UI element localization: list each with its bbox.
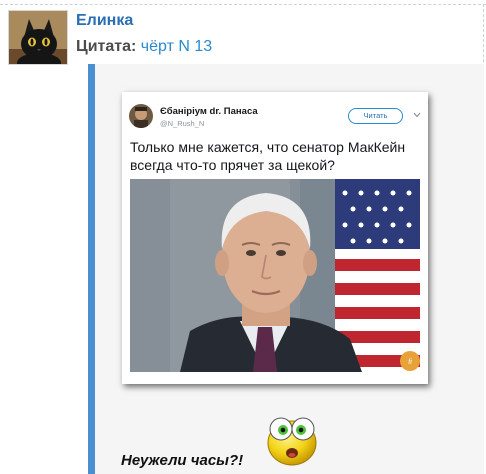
tweet-avatar-image: [129, 104, 153, 128]
embedded-tweet-image[interactable]: Єбаніріум dr. Панаса @N_Rush_N Читать То…: [122, 92, 428, 384]
avatar[interactable]: [8, 10, 68, 65]
reply-text: Неужели часы?!: [121, 452, 244, 469]
follow-button: Читать: [348, 108, 403, 124]
tweet-display-name: Єбаніріум dr. Панаса: [160, 106, 258, 117]
chevron-down-icon: [413, 112, 421, 118]
sticker-logo: fi: [408, 359, 412, 366]
post-divider: [0, 4, 486, 5]
post-author[interactable]: Елинка: [76, 12, 133, 30]
quote-author-link[interactable]: чёрт N 13: [141, 38, 212, 55]
black-cat-avatar: [9, 11, 67, 64]
quote-bar: [88, 64, 95, 474]
quote-header: Цитата: чёрт N 13: [76, 38, 212, 56]
surprised-smiley-icon: [267, 417, 317, 466]
tweet-handle: @N_Rush_N: [160, 119, 205, 128]
tweet-avatar: [129, 104, 153, 128]
tweet-text: Только мне кажется, что сенатор МакКейн …: [130, 139, 406, 173]
tweet-photo: fi: [130, 179, 420, 372]
forum-post: Елинка Цитата: чёрт N 13 Єбаніріум dr. П…: [0, 0, 486, 474]
senator-portrait-photo: fi: [130, 179, 420, 372]
quote-label: Цитата:: [76, 38, 137, 55]
